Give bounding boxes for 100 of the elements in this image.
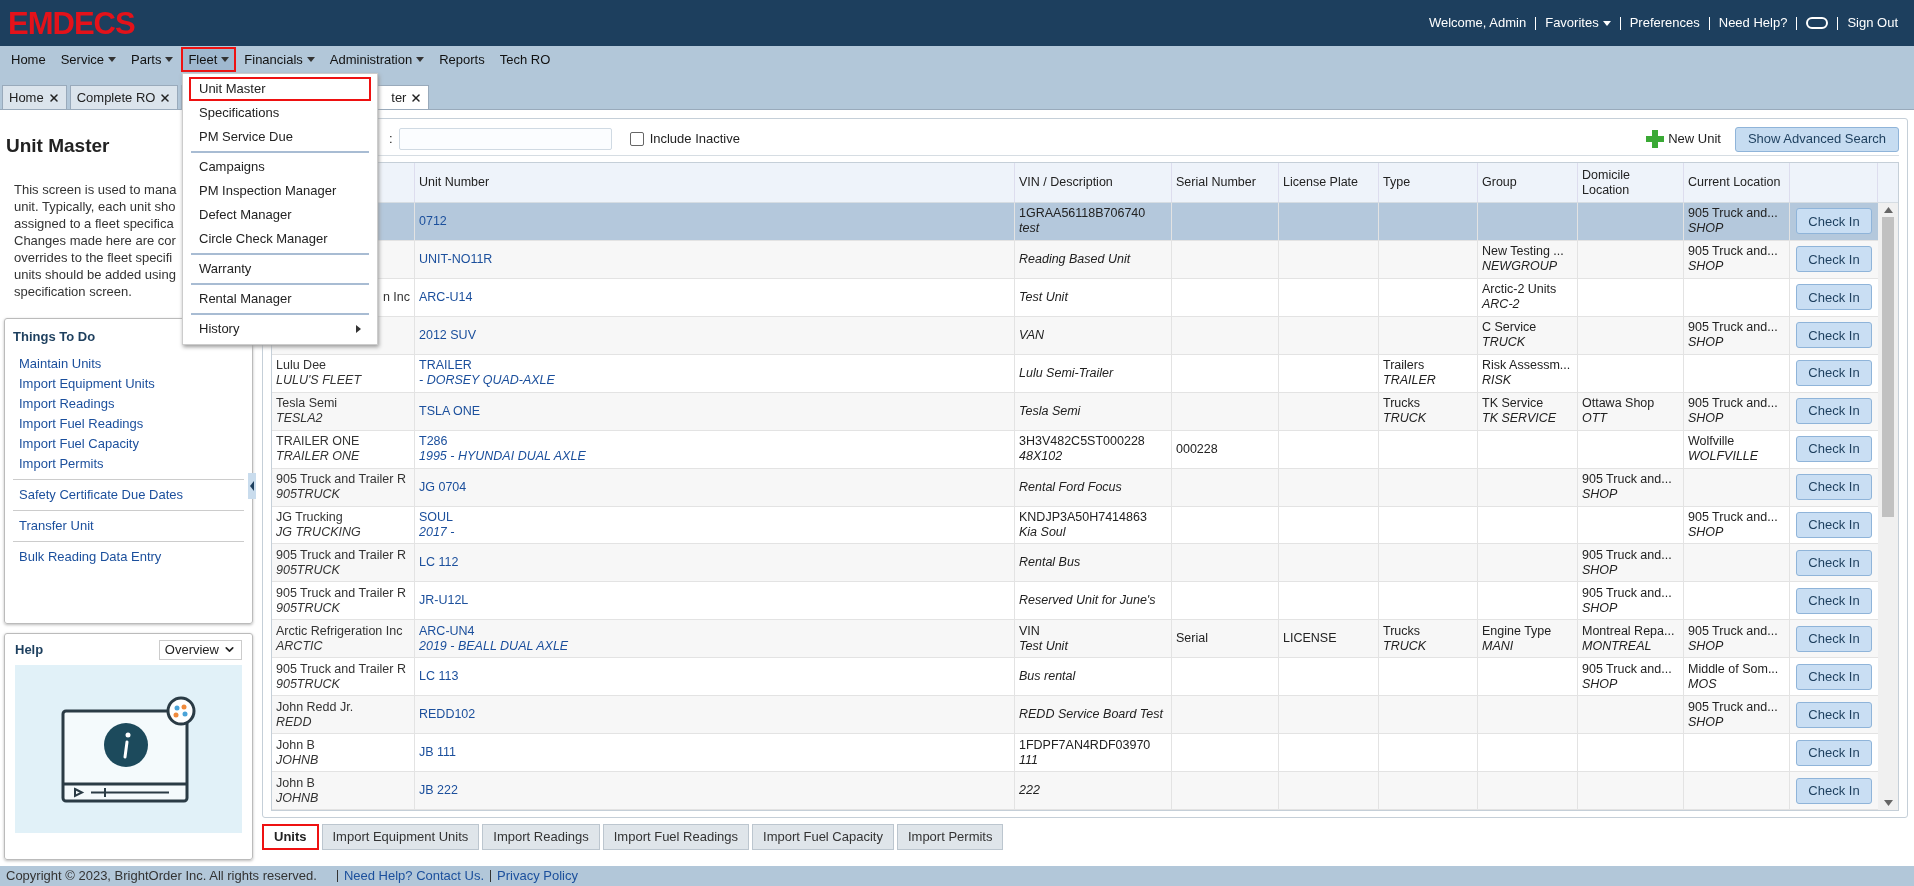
- search-field[interactable]: [398, 128, 612, 150]
- nav-menu-item[interactable]: Reports: [432, 47, 492, 72]
- menu-item[interactable]: Rental Manager: [189, 287, 371, 311]
- unit-number-cell[interactable]: TRAILER - DORSEY QUAD-AXLE: [415, 354, 1015, 392]
- bottom-tab[interactable]: Import Permits: [896, 824, 1004, 850]
- plus-icon: [1646, 130, 1665, 148]
- todo-link[interactable]: Maintain Units: [19, 354, 244, 374]
- bottom-tab[interactable]: Units: [262, 824, 319, 850]
- check-in-button[interactable]: Check In: [1796, 322, 1872, 349]
- domicile-cell: 905 Truck and... SHOP: [1582, 661, 1672, 692]
- menu-item[interactable]: Specifications: [189, 101, 371, 125]
- check-in-button[interactable]: Check In: [1796, 398, 1872, 425]
- help-video-thumbnail[interactable]: [15, 664, 242, 833]
- column-header[interactable]: Unit Number: [419, 175, 490, 190]
- nav-menu-item[interactable]: Parts: [124, 47, 181, 72]
- check-in-button[interactable]: Check In: [1796, 246, 1872, 273]
- bottom-tab[interactable]: Import Readings: [482, 824, 600, 850]
- advanced-search-button[interactable]: Show Advanced Search: [1734, 126, 1899, 152]
- todo-link[interactable]: Import Fuel Readings: [19, 414, 244, 434]
- menu-item[interactable]: PM Inspection Manager: [189, 179, 371, 203]
- close-icon[interactable]: [47, 91, 60, 104]
- welcome-text: Welcome, Admin: [1428, 14, 1527, 33]
- column-header[interactable]: VIN / Description: [1019, 175, 1113, 190]
- scroll-down-icon[interactable]: [1883, 800, 1893, 806]
- todo-link[interactable]: Bulk Reading Data Entry: [19, 547, 244, 567]
- menu-item[interactable]: PM Service Due: [189, 125, 371, 149]
- new-unit-button[interactable]: New Unit: [1646, 129, 1721, 149]
- check-in-button[interactable]: Check In: [1796, 511, 1872, 538]
- check-in-button[interactable]: Check In: [1796, 625, 1872, 652]
- collapse-handle-icon[interactable]: [248, 473, 256, 499]
- todo-link[interactable]: Import Readings: [19, 394, 244, 414]
- current-location-cell: 905 Truck and... SHOP: [1688, 509, 1778, 540]
- help-select[interactable]: Overview: [158, 639, 242, 660]
- column-header[interactable]: Group: [1482, 175, 1517, 190]
- nav-menu-item[interactable]: Fleet: [181, 47, 237, 72]
- bottom-tab[interactable]: Import Fuel Readings: [602, 824, 749, 850]
- todo-link[interactable]: Safety Certificate Due Dates: [19, 485, 244, 505]
- close-icon[interactable]: [159, 91, 172, 104]
- page-tab[interactable]: Complete RO: [69, 85, 179, 109]
- scroll-up-icon[interactable]: [1883, 207, 1893, 213]
- page-tab[interactable]: Home: [2, 85, 67, 109]
- todo-link[interactable]: Transfer Unit: [19, 516, 244, 536]
- check-in-button[interactable]: Check In: [1796, 549, 1872, 576]
- nav-menu-item[interactable]: Home: [4, 47, 53, 72]
- nav-menu-item[interactable]: Tech RO: [492, 47, 558, 72]
- checkbox-label: Include Inactive: [649, 130, 740, 149]
- todo-link[interactable]: Import Permits: [19, 454, 244, 474]
- bottom-tab[interactable]: Import Equipment Units: [321, 824, 480, 850]
- menu-item[interactable]: Circle Check Manager: [189, 227, 371, 251]
- header-link[interactable]: Need Help?: [1718, 13, 1788, 33]
- column-header[interactable]: Type: [1383, 175, 1411, 190]
- column-header[interactable]: Current Location: [1688, 175, 1781, 190]
- check-in-button[interactable]: Check In: [1796, 208, 1872, 235]
- unit-number-cell[interactable]: ARC-UN4 2019 - BEALL DUAL AXLE: [415, 620, 1015, 658]
- unit-number-cell[interactable]: JB 111: [415, 734, 1015, 772]
- menu-item[interactable]: Warranty: [189, 257, 371, 281]
- unit-number-cell[interactable]: LC 112: [415, 544, 1015, 582]
- column-header[interactable]: Serial Number: [1176, 175, 1256, 190]
- menu-item[interactable]: Defect Manager: [189, 203, 371, 227]
- menu-item[interactable]: Campaigns: [189, 155, 371, 179]
- column-header[interactable]: Domicile Location: [1582, 167, 1679, 198]
- domicile-cell: Ottawa Shop OTT: [1582, 396, 1655, 427]
- todo-link[interactable]: Import Fuel Capacity: [19, 434, 244, 454]
- bottom-tab[interactable]: Import Fuel Capacity: [752, 824, 894, 850]
- toggle-icon[interactable]: [1806, 17, 1829, 29]
- check-in-button[interactable]: Check In: [1796, 701, 1872, 728]
- check-in-button[interactable]: Check In: [1796, 777, 1872, 804]
- unit-number-cell[interactable]: JB 222: [415, 772, 1015, 809]
- column-header[interactable]: License Plate: [1283, 175, 1359, 190]
- check-in-button[interactable]: Check In: [1796, 360, 1872, 387]
- footer-link[interactable]: Privacy Policy: [497, 866, 578, 886]
- unit-number-cell[interactable]: T286 1995 - HYUNDAI DUAL AXLE: [415, 430, 1015, 468]
- menu-item[interactable]: History: [189, 317, 371, 341]
- check-in-button[interactable]: Check In: [1796, 739, 1872, 766]
- unit-number-cell[interactable]: LC 113: [415, 658, 1015, 696]
- unit-number-cell[interactable]: SOUL 2017 -: [415, 506, 1015, 544]
- check-in-button[interactable]: Check In: [1796, 587, 1872, 614]
- unit-number-cell[interactable]: ARC-U14: [415, 278, 1015, 316]
- nav-menu-item[interactable]: Financials: [237, 47, 322, 72]
- unit-number-cell[interactable]: TSLA ONE: [415, 392, 1015, 430]
- footer-link[interactable]: Need Help? Contact Us.: [343, 866, 485, 886]
- vin-description-cell: VIN Test Unit: [1019, 623, 1068, 654]
- check-in-button[interactable]: Check In: [1796, 436, 1872, 463]
- unit-number-cell[interactable]: REDD102: [415, 696, 1015, 734]
- close-icon[interactable]: [410, 91, 423, 104]
- check-in-button[interactable]: Check In: [1796, 284, 1872, 311]
- header-link[interactable]: Preferences: [1629, 13, 1700, 33]
- header-link[interactable]: Sign Out: [1847, 13, 1898, 33]
- nav-menu-item[interactable]: Administration: [322, 47, 432, 72]
- favorites-menu[interactable]: Favorites: [1545, 13, 1611, 33]
- scrollbar[interactable]: [1878, 203, 1898, 810]
- check-in-button[interactable]: Check In: [1796, 663, 1872, 690]
- unit-number-cell[interactable]: JG 0704: [415, 468, 1015, 506]
- menu-item[interactable]: Unit Master: [189, 77, 371, 101]
- unit-number-cell[interactable]: 2012 SUV: [415, 316, 1015, 354]
- unit-number-cell[interactable]: UNIT-NO11R: [415, 240, 1015, 278]
- check-in-button[interactable]: Check In: [1796, 474, 1872, 501]
- todo-link[interactable]: Import Equipment Units: [19, 374, 244, 394]
- nav-menu-item[interactable]: Service: [53, 47, 124, 72]
- unit-number-cell[interactable]: JR-U12L: [415, 582, 1015, 620]
